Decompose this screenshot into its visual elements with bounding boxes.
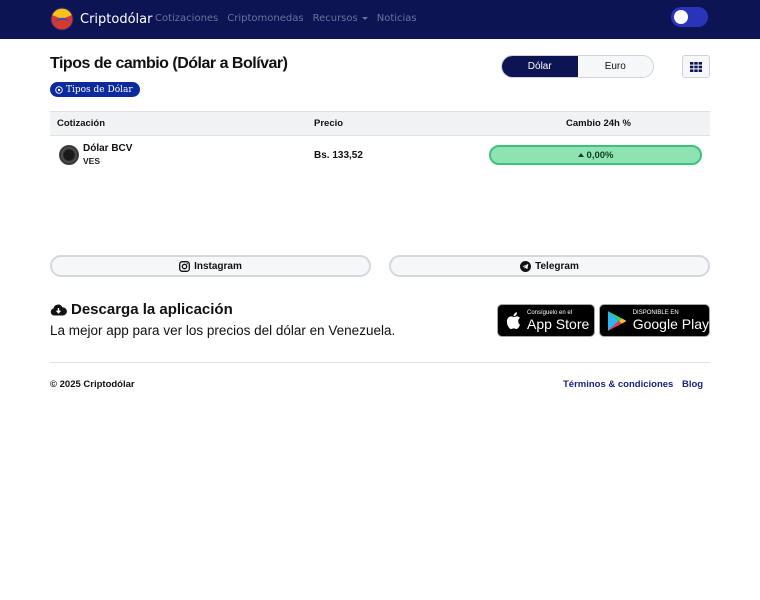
tab-euro[interactable]: Euro (577, 56, 653, 77)
download-title: Descarga la aplicación (50, 301, 233, 318)
footer-divider (50, 362, 710, 363)
instagram-label: Instagram (194, 260, 242, 272)
telegram-icon (520, 260, 532, 272)
app-store-button[interactable]: Consíguelo en el App Store (497, 304, 595, 337)
nav-link-criptomonedas[interactable]: Criptomonedas (227, 13, 303, 24)
grid-view-button[interactable] (682, 55, 710, 78)
grid-icon (690, 61, 702, 72)
column-cambio[interactable]: Cambio 24h % (566, 118, 631, 129)
apple-icon (506, 312, 520, 329)
brand[interactable]: Criptodólar (50, 7, 152, 31)
nav-links: Cotizaciones Criptomonedas Recursos Noti… (155, 13, 426, 24)
brand-name: Criptodólar (80, 11, 153, 27)
column-cotizacion[interactable]: Cotización (57, 118, 105, 129)
instagram-icon (179, 260, 191, 272)
nav-link-cotizaciones[interactable]: Cotizaciones (155, 13, 218, 24)
download-title-text: Descarga la aplicación (71, 301, 233, 318)
coin-name: Dólar BCV (83, 143, 133, 154)
coin-price: Bs. 133,52 (314, 150, 363, 161)
blog-link[interactable]: Blog (682, 379, 703, 390)
app-store-big: App Store (527, 315, 590, 332)
page-title: Tipos de cambio (Dólar a Bolívar) (50, 55, 288, 72)
cloud-download-icon (50, 304, 67, 316)
caret-up-icon (577, 153, 584, 157)
tab-dolar[interactable]: Dólar (502, 56, 578, 77)
terms-link[interactable]: Términos & condiciones (563, 379, 673, 390)
nav-link-recursos-label: Recursos (312, 13, 358, 24)
currency-segment: Dólar Euro (501, 55, 654, 78)
info-circle-icon (55, 85, 63, 94)
coin-bcv-icon (59, 145, 79, 165)
google-play-button[interactable]: DISPONIBLE EN Google Play (599, 304, 710, 337)
change-badge: 0,00% (489, 145, 702, 165)
brand-logo-icon (50, 7, 74, 31)
telegram-button[interactable]: Telegram (389, 255, 710, 277)
change-value: 0,00% (586, 149, 614, 161)
copyright: © 2025 Criptodólar (50, 379, 135, 390)
google-play-big: Google Play (632, 315, 709, 332)
column-precio[interactable]: Precio (314, 118, 343, 129)
navbar: Criptodólar Cotizaciones Criptomonedas R… (0, 0, 760, 39)
table-header: Cotización Precio Cambio 24h % (50, 111, 710, 136)
chevron-down-icon (361, 17, 368, 20)
google-play-icon (607, 310, 627, 331)
telegram-label: Telegram (535, 260, 579, 272)
nav-link-recursos[interactable]: Recursos (313, 13, 368, 24)
badge-label: Tipos de Dólar (66, 84, 133, 95)
toggle-knob (674, 10, 688, 24)
coin-code: VES (83, 156, 101, 166)
theme-toggle[interactable] (671, 7, 708, 27)
table-row[interactable]: Dólar BCV VES Bs. 133,52 0,00% (50, 136, 710, 174)
download-subtitle: La mejor app para ver los precios del dó… (50, 323, 396, 338)
tipos-dolar-badge[interactable]: Tipos de Dólar (50, 82, 140, 97)
instagram-button[interactable]: Instagram (50, 255, 371, 277)
nav-link-noticias[interactable]: Noticias (377, 13, 417, 24)
